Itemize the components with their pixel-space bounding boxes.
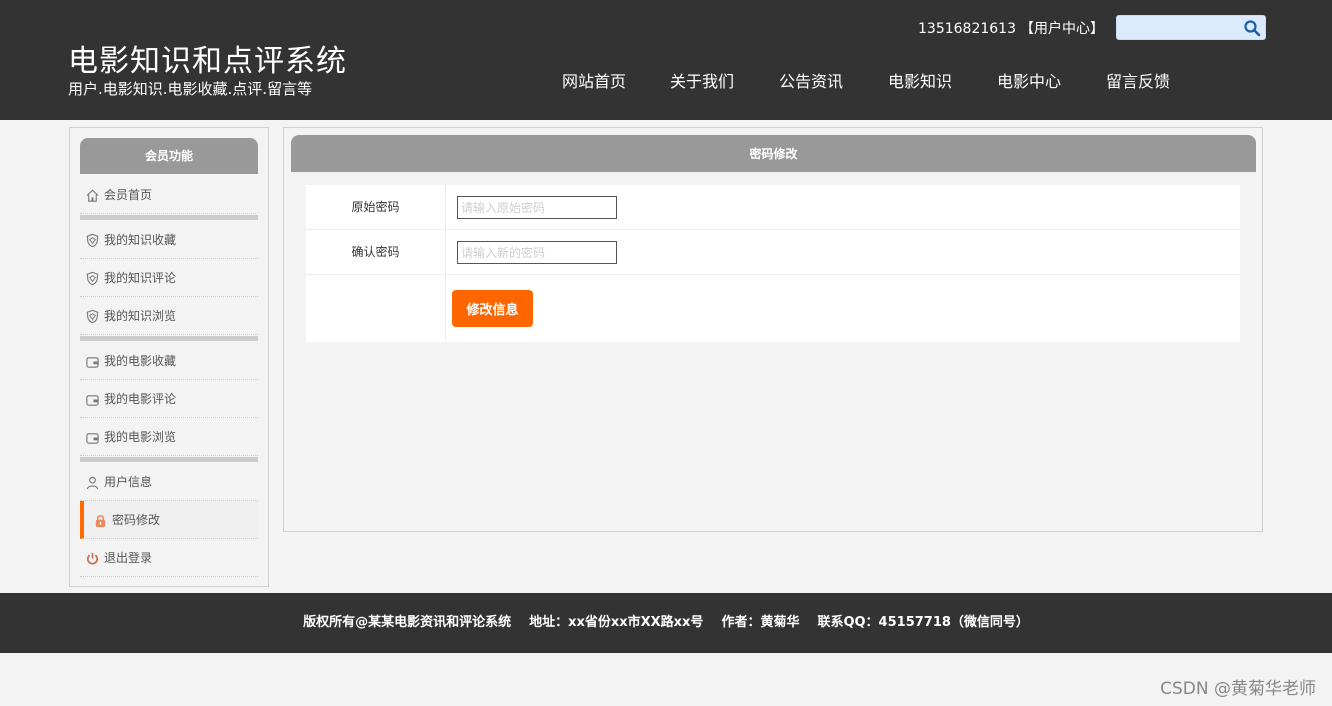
- sidebar-item-movie-history[interactable]: 我的电影浏览: [80, 418, 258, 456]
- nav-feedback[interactable]: 留言反馈: [1106, 68, 1170, 92]
- shield-icon: [86, 233, 99, 248]
- sidebar-item-movie-comments[interactable]: 我的电影评论: [80, 380, 258, 418]
- form-row: 原始密码: [306, 185, 1240, 230]
- field-label: 原始密码: [306, 185, 446, 229]
- nav-movie-center[interactable]: 电影中心: [997, 68, 1061, 92]
- wallet-icon: [86, 433, 99, 444]
- user-center-link[interactable]: 【用户中心】: [1020, 21, 1104, 37]
- sidebar-item-movie-favorites[interactable]: 我的电影收藏: [80, 342, 258, 380]
- sidebar-divider: [80, 215, 258, 220]
- member-sidebar: 会员功能 会员首页 我的知识收藏 我的知识评论 我的知识浏览 我的电影收藏 我的…: [69, 127, 269, 587]
- sidebar-item-label: 我的电影收藏: [104, 354, 177, 368]
- sidebar-item-knowledge-comments[interactable]: 我的知识评论: [80, 259, 258, 297]
- sidebar-item-label: 密码修改: [112, 513, 161, 527]
- sidebar-divider: [80, 336, 258, 341]
- sidebar-title: 会员功能: [80, 138, 258, 174]
- user-icon: [86, 476, 99, 490]
- lock-icon: [95, 515, 106, 528]
- nav-movie-knowledge[interactable]: 电影知识: [888, 68, 952, 92]
- sidebar-divider: [80, 457, 258, 462]
- site-footer: 版权所有@某某电影资讯和评论系统 地址：xx省份xx市XX路xx号 作者：黄菊华 联系…: [0, 593, 1332, 653]
- footer-contact: 联系QQ：45157718（微信同号）: [817, 615, 1029, 630]
- site-title: 电影知识和点评系统: [68, 44, 347, 79]
- nav-about[interactable]: 关于我们: [670, 68, 734, 92]
- power-icon: [87, 552, 98, 565]
- search-box: [1116, 15, 1266, 40]
- sidebar-item-member-home[interactable]: 会员首页: [80, 176, 258, 214]
- footer-copyright: 版权所有@某某电影资讯和评论系统: [303, 615, 512, 630]
- username: 13516821613: [918, 21, 1016, 37]
- home-icon: [86, 189, 99, 202]
- sidebar-item-label: 我的电影浏览: [104, 430, 177, 444]
- sidebar-item-knowledge-history[interactable]: 我的知识浏览: [80, 297, 258, 335]
- sidebar-item-label: 会员首页: [104, 188, 153, 202]
- user-line: 13516821613 【用户中心】: [918, 18, 1104, 38]
- sidebar-item-user-info[interactable]: 用户信息: [80, 463, 258, 501]
- search-icon[interactable]: [1243, 19, 1261, 37]
- wallet-icon: [86, 357, 99, 368]
- sidebar-item-label: 我的知识评论: [104, 271, 177, 285]
- sidebar-item-label: 我的知识浏览: [104, 309, 177, 323]
- form-row: 确认密码: [306, 230, 1240, 275]
- nav-news[interactable]: 公告资讯: [779, 68, 843, 92]
- sidebar-item-knowledge-favorites[interactable]: 我的知识收藏: [80, 221, 258, 259]
- sidebar-item-label: 我的知识收藏: [104, 233, 177, 247]
- sidebar-item-logout[interactable]: 退出登录: [80, 539, 258, 577]
- panel-title: 密码修改: [291, 135, 1256, 172]
- sidebar-item-change-password[interactable]: 密码修改: [80, 501, 258, 539]
- search-input[interactable]: [1117, 16, 1237, 39]
- wallet-icon: [86, 395, 99, 406]
- site-subtitle: 用户.电影知识.电影收藏.点评.留言等: [68, 80, 313, 98]
- field-label: 确认密码: [306, 230, 446, 274]
- shield-icon: [86, 271, 99, 286]
- sidebar-item-label: 我的电影评论: [104, 392, 177, 406]
- new-password-input[interactable]: [457, 241, 617, 264]
- site-header: 电影知识和点评系统 用户.电影知识.电影收藏.点评.留言等 1351682161…: [0, 0, 1332, 120]
- original-password-input[interactable]: [457, 196, 617, 219]
- footer-author: 作者：黄菊华: [721, 615, 800, 630]
- sidebar-item-label: 用户信息: [104, 475, 153, 489]
- footer-address: 地址：xx省份xx市XX路xx号: [529, 615, 704, 630]
- empty-label-cell: [306, 275, 446, 342]
- password-form: 原始密码 确认密码 修改信息: [306, 185, 1240, 342]
- form-row: [306, 275, 1240, 342]
- nav-home[interactable]: 网站首页: [562, 68, 626, 92]
- shield-icon: [86, 309, 99, 324]
- main-panel: 密码修改 原始密码 确认密码 修改信息: [283, 127, 1263, 532]
- csdn-watermark: CSDN @黄菊华老师: [1160, 679, 1316, 699]
- sidebar-item-label: 退出登录: [104, 551, 153, 565]
- submit-button[interactable]: 修改信息: [452, 290, 533, 327]
